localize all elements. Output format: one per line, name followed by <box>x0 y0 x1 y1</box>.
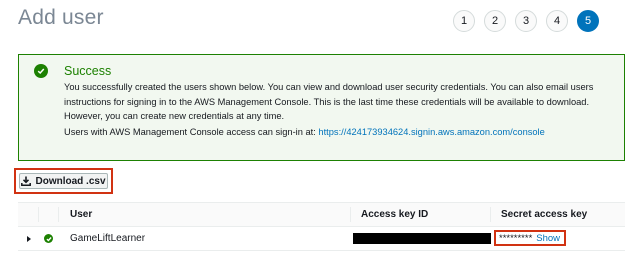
column-header-secret-access-key[interactable]: Secret access key <box>501 203 587 226</box>
step-2[interactable]: 2 <box>484 10 506 32</box>
secret-mask: ********* <box>499 232 533 244</box>
console-signin-text: Users with AWS Management Console access… <box>64 127 545 137</box>
users-table: User Access key ID Secret access key Gam… <box>18 202 625 251</box>
alert-title: Success <box>64 64 112 78</box>
console-signin-label: Users with AWS Management Console access… <box>64 127 316 137</box>
console-signin-link[interactable]: https://424173934624.signin.aws.amazon.c… <box>318 127 544 137</box>
show-secret-link[interactable]: Show <box>536 233 560 244</box>
step-3[interactable]: 3 <box>515 10 537 32</box>
expand-row-icon[interactable] <box>27 227 31 250</box>
user-name-cell: GameLiftLearner <box>70 233 146 244</box>
access-key-id-cell <box>353 227 491 250</box>
success-check-icon <box>34 64 48 78</box>
alert-message: You successfully created the users shown… <box>64 82 594 122</box>
step-4[interactable]: 4 <box>546 10 568 32</box>
download-icon <box>21 176 32 186</box>
column-header-access-key-id[interactable]: Access key ID <box>361 203 428 226</box>
redacted-access-key <box>353 233 491 244</box>
download-csv-label: Download .csv <box>35 175 106 187</box>
column-header-user[interactable]: User <box>70 203 92 226</box>
row-success-icon <box>44 234 53 243</box>
download-csv-button[interactable]: Download .csv <box>19 173 108 189</box>
success-alert: Success You successfully created the use… <box>18 54 625 161</box>
download-highlight: Download .csv <box>14 168 113 194</box>
table-row: GameLiftLearner ********* Show <box>18 227 625 251</box>
step-1[interactable]: 1 <box>453 10 475 32</box>
secret-access-key-cell: ********* Show <box>494 230 566 246</box>
wizard-steps: 1 2 3 4 5 <box>453 10 599 32</box>
step-5[interactable]: 5 <box>577 10 599 32</box>
page-title: Add user <box>18 6 104 29</box>
table-header: User Access key ID Secret access key <box>18 202 625 227</box>
